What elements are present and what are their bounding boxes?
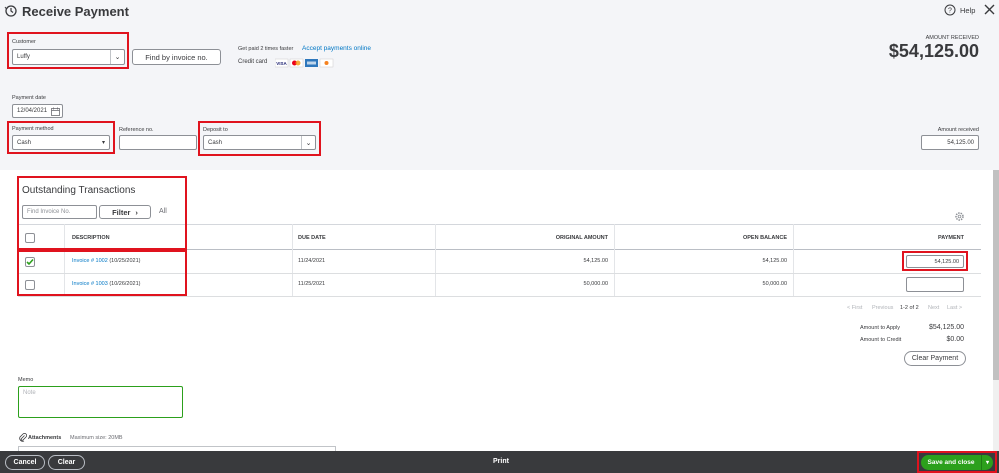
col-open-balance: OPEN BALANCE	[742, 235, 787, 241]
highlight-payment	[902, 251, 968, 271]
amount-to-apply-value: $54,125.00	[928, 324, 964, 331]
row-due-date: 11/24/2021	[298, 258, 326, 264]
column-divider	[292, 224, 293, 296]
row-open-balance: 54,125.00	[762, 258, 787, 264]
row-due-date: 11/25/2021	[298, 281, 326, 287]
cancel-button[interactable]: Cancel	[5, 455, 45, 470]
pagination-last[interactable]: Last >	[947, 305, 962, 311]
attachments-max-size: Maximum size: 20MB	[70, 435, 123, 441]
page-title: Receive Payment	[22, 4, 129, 19]
memo-label: Memo	[18, 377, 34, 383]
payment-date-input[interactable]: 12/04/2021	[12, 104, 63, 118]
col-original-amount: ORIGINAL AMOUNT	[555, 235, 608, 241]
column-divider	[435, 224, 436, 296]
column-divider	[793, 224, 794, 296]
reference-input[interactable]	[119, 135, 197, 150]
pagination-previous[interactable]: Previous	[872, 305, 893, 311]
svg-text:VISA: VISA	[276, 61, 287, 66]
memo-textarea[interactable]: Note	[18, 386, 183, 418]
row-divider	[18, 296, 981, 297]
scrollbar-thumb[interactable]	[993, 170, 999, 380]
calendar-icon[interactable]	[51, 107, 60, 118]
amount-to-credit-value: $0.00	[946, 336, 964, 343]
amount-received-label: Amount received	[937, 127, 979, 133]
credit-card-label: Credit card	[238, 59, 268, 65]
highlight-deposit-to	[198, 121, 321, 156]
row-payment-input[interactable]	[906, 277, 964, 292]
scrollbar-track[interactable]	[993, 170, 999, 451]
pagination-first[interactable]: < First	[847, 305, 862, 311]
payment-date-value: 12/04/2021	[17, 108, 48, 114]
col-due-date: DUE DATE	[298, 235, 326, 241]
payment-date-label: Payment date	[12, 95, 46, 101]
clear-payment-button[interactable]: Clear Payment	[904, 351, 966, 366]
svg-text:?: ?	[948, 8, 952, 15]
col-payment: PAYMENT	[938, 235, 964, 241]
highlight-outstanding-header	[17, 176, 187, 250]
pagination-next[interactable]: Next	[928, 305, 939, 311]
print-button[interactable]: Print	[493, 458, 509, 465]
amount-to-apply-label: Amount to Apply	[860, 325, 901, 331]
attachments-label: Attachments	[28, 435, 62, 441]
pagination-range: 1-2 of 2	[900, 305, 919, 311]
card-logos-icon: VISA	[274, 58, 335, 68]
help-label[interactable]: Help	[960, 6, 975, 15]
highlight-save-close	[917, 451, 997, 473]
amount-received-value: 54,125.00	[947, 139, 974, 146]
row-original-amount: 54,125.00	[583, 258, 608, 264]
clear-button[interactable]: Clear	[48, 455, 85, 470]
amount-received-total: $54,125.00	[888, 41, 979, 61]
promo-text: Get paid 2 times faster	[238, 46, 294, 52]
memo-placeholder: Note	[23, 390, 36, 396]
amount-to-credit-label: Amount to Credit	[860, 337, 902, 343]
find-by-invoice-button[interactable]: Find by invoice no.	[132, 49, 221, 65]
row-open-balance: 50,000.00	[762, 281, 787, 287]
gear-icon[interactable]	[954, 211, 965, 222]
highlight-payment-method	[7, 121, 115, 154]
amount-received-input[interactable]: 54,125.00	[921, 135, 979, 150]
row-original-amount: 50,000.00	[583, 281, 608, 287]
highlight-customer	[7, 32, 129, 69]
history-icon[interactable]	[4, 4, 18, 18]
column-divider	[614, 224, 615, 296]
help-icon[interactable]: ?	[944, 4, 956, 16]
close-icon[interactable]	[983, 3, 996, 16]
paperclip-icon	[19, 433, 27, 442]
reference-label: Reference no.	[119, 127, 154, 133]
accept-payments-link[interactable]: Accept payments online	[302, 45, 371, 52]
highlight-invoice-rows	[17, 250, 187, 296]
